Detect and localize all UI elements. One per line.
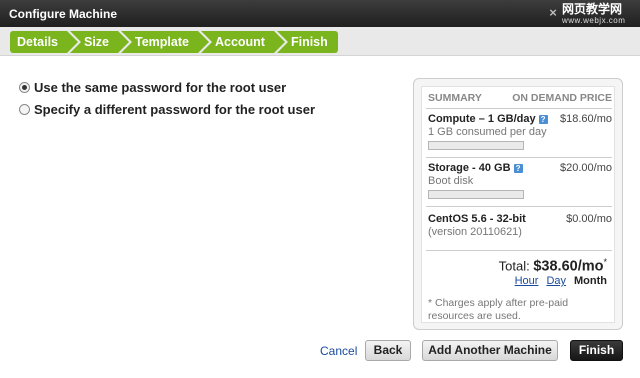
period-day-link[interactable]: Day bbox=[546, 275, 566, 287]
help-icon[interactable]: ? bbox=[513, 163, 523, 173]
total-label: Total: bbox=[498, 258, 530, 274]
help-icon[interactable]: ? bbox=[538, 114, 548, 124]
password-options: Use the same password for the root user … bbox=[19, 76, 315, 120]
cancel-link[interactable]: Cancel bbox=[320, 344, 357, 358]
step-details[interactable]: Details bbox=[10, 30, 81, 54]
watermark-logo: 网页教学网 bbox=[562, 2, 623, 16]
watermark-url: www.webjx.com bbox=[562, 16, 626, 25]
item-name: Storage - 40 GB bbox=[428, 162, 511, 174]
item-price: $20.00/mo bbox=[560, 162, 612, 174]
summary-title: SUMMARY bbox=[428, 92, 482, 104]
close-icon[interactable]: × bbox=[546, 6, 560, 20]
option-label: Use the same password for the root user bbox=[34, 79, 287, 95]
item-description: (version 20110621) bbox=[428, 226, 522, 238]
item-price: $0.00/mo bbox=[566, 213, 612, 225]
price-column-title: ON DEMAND PRICE bbox=[512, 92, 612, 104]
period-month: Month bbox=[574, 275, 607, 287]
usage-bar bbox=[428, 141, 524, 150]
usage-bar bbox=[428, 190, 524, 199]
summary-box: SUMMARY ON DEMAND PRICE Compute – 1 GB/d… bbox=[421, 86, 615, 323]
option-label: Specify a different password for the roo… bbox=[34, 101, 315, 117]
item-name: Compute – 1 GB/day bbox=[428, 113, 536, 125]
wizard-steps: Details Size Template Account Finish bbox=[10, 30, 341, 54]
option-different-password[interactable]: Specify a different password for the roo… bbox=[19, 98, 315, 120]
option-same-password[interactable]: Use the same password for the root user bbox=[19, 76, 315, 98]
item-description: 1 GB consumed per day bbox=[428, 126, 547, 138]
back-button[interactable]: Back bbox=[365, 340, 411, 361]
item-name: CentOS 5.6 - 32-bit bbox=[428, 213, 526, 225]
total-footnote-mark: * bbox=[603, 257, 607, 267]
divider bbox=[426, 206, 612, 207]
period-hour-link[interactable]: Hour bbox=[515, 275, 539, 287]
radio-same-password[interactable] bbox=[19, 81, 30, 93]
summary-header: SUMMARY ON DEMAND PRICE bbox=[428, 92, 612, 104]
period-selector: Hour Day Month bbox=[515, 275, 607, 287]
step-template[interactable]: Template bbox=[121, 30, 212, 54]
window-title: Configure Machine bbox=[9, 7, 118, 21]
add-another-machine-button[interactable]: Add Another Machine bbox=[422, 340, 558, 361]
title-bar: Configure Machine × 网页教学网 www.webjx.com bbox=[0, 0, 640, 27]
item-description: Boot disk bbox=[428, 175, 474, 187]
charges-note: * Charges apply after pre-paid resources… bbox=[428, 297, 569, 322]
radio-different-password[interactable] bbox=[19, 103, 30, 115]
summary-panel: SUMMARY ON DEMAND PRICE Compute – 1 GB/d… bbox=[413, 78, 623, 330]
summary-item-compute: Compute – 1 GB/day? $18.60/mo 1 GB consu… bbox=[428, 113, 612, 150]
total-price: Total: $38.60/mo* bbox=[499, 257, 607, 274]
summary-item-storage: Storage - 40 GB? $20.00/mo Boot disk bbox=[428, 162, 612, 199]
divider bbox=[426, 108, 612, 109]
summary-item-os: CentOS 5.6 - 32-bit $0.00/mo (version 20… bbox=[428, 213, 612, 238]
finish-button[interactable]: Finish bbox=[570, 340, 623, 361]
wizard-steps-bar: Details Size Template Account Finish bbox=[0, 27, 640, 56]
divider bbox=[426, 250, 612, 251]
item-price: $18.60/mo bbox=[560, 113, 612, 125]
total-value: $38.60/mo bbox=[533, 258, 604, 275]
divider bbox=[426, 157, 612, 158]
